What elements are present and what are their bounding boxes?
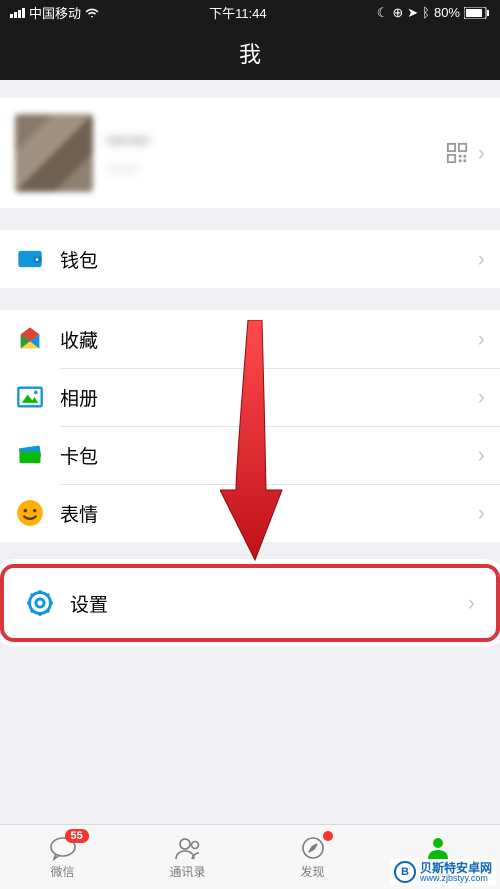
chevron-right-icon: › bbox=[478, 442, 485, 468]
status-left: 中国移动 bbox=[10, 3, 99, 22]
row-label: 设置 bbox=[70, 590, 468, 617]
page-title: 我 bbox=[239, 37, 261, 69]
row-album[interactable]: 相册 › bbox=[0, 368, 500, 426]
profile-wxid: —— bbox=[107, 160, 446, 177]
profile-text: —— —— bbox=[107, 129, 446, 177]
sticker-icon bbox=[15, 498, 45, 528]
profile-name: —— bbox=[107, 129, 446, 152]
row-label: 卡包 bbox=[60, 442, 478, 469]
wifi-icon bbox=[85, 6, 99, 20]
status-right: ☾ ⊕ ➤ ᛒ 80% bbox=[377, 5, 490, 21]
row-favorites[interactable]: 收藏 › bbox=[0, 310, 500, 368]
battery-pct: 80% bbox=[434, 5, 460, 20]
battery-icon bbox=[464, 7, 490, 19]
album-icon bbox=[15, 382, 45, 412]
cards-icon bbox=[15, 440, 45, 470]
chevron-right-icon: › bbox=[478, 246, 485, 272]
avatar bbox=[15, 114, 93, 192]
row-cards[interactable]: 卡包 › bbox=[0, 426, 500, 484]
chevron-right-icon: › bbox=[478, 326, 485, 352]
row-label: 表情 bbox=[60, 500, 478, 527]
section-wallet: 钱包 › bbox=[0, 230, 500, 288]
chevron-right-icon: › bbox=[468, 590, 475, 616]
lock-icon: ⊕ bbox=[392, 5, 403, 21]
tab-badge: 55 bbox=[65, 829, 89, 843]
tab-label: 通讯录 bbox=[169, 863, 205, 880]
highlight-settings: 设置 › bbox=[0, 564, 500, 642]
moon-icon: ☾ bbox=[377, 5, 389, 21]
tab-dot bbox=[323, 831, 333, 841]
chevron-right-icon: › bbox=[478, 500, 485, 526]
row-label: 钱包 bbox=[60, 246, 478, 273]
carrier-label: 中国移动 bbox=[29, 3, 81, 22]
signal-icon bbox=[10, 8, 25, 18]
favorites-icon bbox=[15, 324, 45, 354]
settings-icon bbox=[25, 588, 55, 618]
tab-label: 发现 bbox=[300, 863, 324, 880]
section-items: 收藏 › 相册 › 卡包 › 表情 › bbox=[0, 310, 500, 542]
status-time: 下午11:44 bbox=[209, 3, 267, 22]
tab-label: 微信 bbox=[50, 863, 74, 880]
watermark-logo: B bbox=[394, 861, 416, 883]
chevron-right-icon: › bbox=[478, 140, 485, 166]
qr-icon[interactable] bbox=[446, 142, 468, 164]
chevron-right-icon: › bbox=[478, 384, 485, 410]
profile-card[interactable]: —— —— › bbox=[0, 98, 500, 208]
status-bar: 中国移动 下午11:44 ☾ ⊕ ➤ ᛒ 80% bbox=[0, 0, 500, 25]
me-icon bbox=[423, 835, 453, 861]
row-label: 收藏 bbox=[60, 326, 478, 353]
bluetooth-icon: ᛒ bbox=[422, 5, 430, 20]
row-sticker[interactable]: 表情 › bbox=[0, 484, 500, 542]
tab-chats[interactable]: 55 微信 bbox=[0, 825, 125, 889]
watermark: B 贝斯特安卓网 www.zjbstyy.com bbox=[390, 859, 496, 885]
row-wallet[interactable]: 钱包 › bbox=[0, 230, 500, 288]
watermark-url: www.zjbstyy.com bbox=[420, 874, 492, 883]
row-settings[interactable]: 设置 › bbox=[10, 574, 490, 632]
wallet-icon bbox=[15, 244, 45, 274]
watermark-title: 贝斯特安卓网 bbox=[420, 862, 492, 874]
location-icon: ➤ bbox=[407, 5, 418, 21]
row-label: 相册 bbox=[60, 384, 478, 411]
tab-contacts[interactable]: 通讯录 bbox=[125, 825, 250, 889]
tab-discover[interactable]: 发现 bbox=[250, 825, 375, 889]
page-header: 我 bbox=[0, 25, 500, 80]
contacts-icon bbox=[173, 835, 203, 861]
